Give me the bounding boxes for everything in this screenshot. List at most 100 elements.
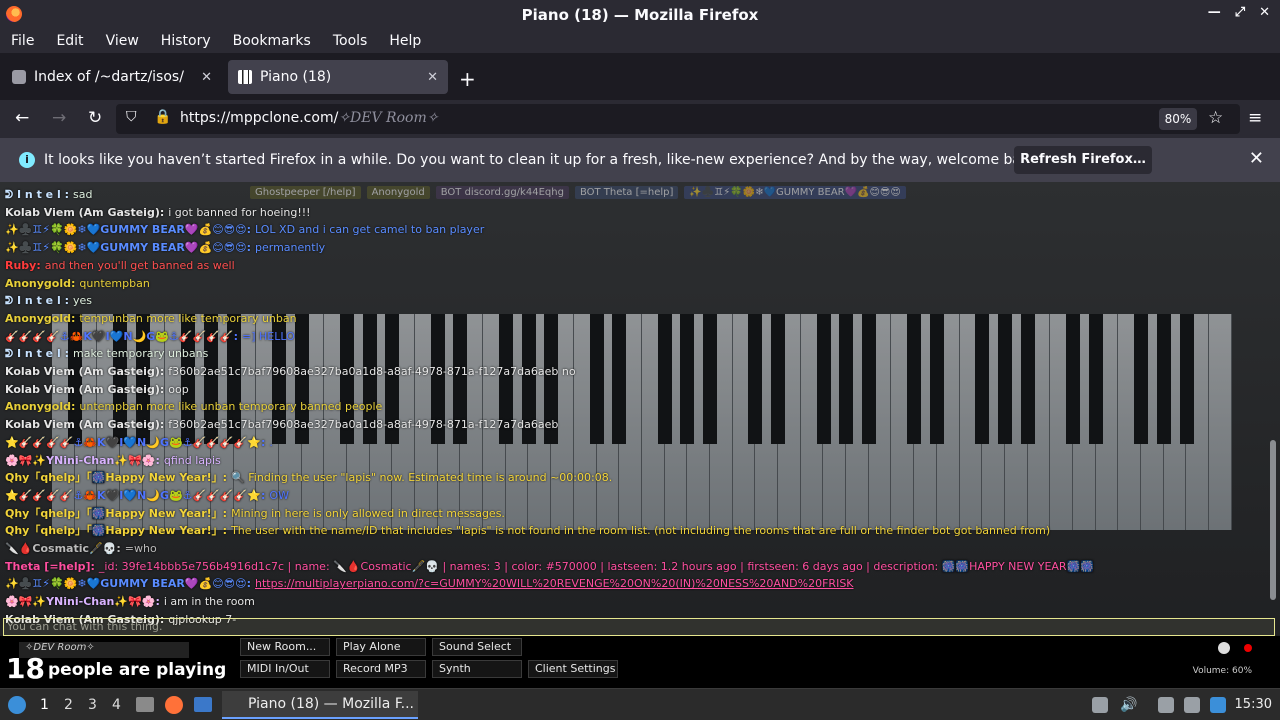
chat-nick[interactable]: 🌸🎀✨YNini-Chan✨🎀🌸:: [5, 454, 160, 467]
chat-message: Kolab Viem (Am Gasteig): oop: [5, 381, 1265, 399]
play-alone-button[interactable]: Play Alone: [336, 638, 426, 656]
menu-edit[interactable]: Edit: [45, 33, 94, 49]
close-tab-icon[interactable]: ✕: [201, 70, 212, 85]
chat-message: Qhy「qhelp」「🎆Happy New Year!」: The user wi…: [5, 522, 1265, 540]
chat-text: untempban more like unban temporary bann…: [79, 400, 383, 414]
chat-text: _id: 39fe14bbb5e756b4916d1c7c | name: 🔪🩸…: [98, 559, 1094, 573]
chat-message: Ruby: and then you'll get banned as well: [5, 257, 1265, 275]
chat-message: ✨♣️♊⚡🍀🌼❄💙GUMMY BEAR💜💰😊😎😍: https://multipl…: [5, 575, 1265, 593]
piano-icon: [238, 70, 252, 84]
tray-display-icon[interactable]: [1184, 697, 1200, 713]
volume-label: Volume: 60%: [1192, 666, 1252, 676]
chat-nick[interactable]: Kolab Viem (Am Gasteig):: [5, 365, 164, 378]
chat-text: quntempban: [79, 276, 150, 290]
refresh-firefox-button[interactable]: Refresh Firefox…: [1014, 146, 1152, 174]
chat-message: Qhy「qhelp」「🎆Happy New Year!」: 🔍 Finding t…: [5, 469, 1265, 487]
chat-input[interactable]: You can chat with this thing.: [3, 618, 1275, 636]
record-mp3-button[interactable]: Record MP3: [336, 660, 426, 678]
workspace-2[interactable]: 2: [64, 697, 73, 713]
chat-nick[interactable]: 🔪🩸Cosmatic🖋️💀:: [5, 542, 121, 555]
chat-nick[interactable]: ⭐🎸🎸🎸🎸⚓🦀K🖤I💙N🌙G🐸⚓🎸🎸🎸🎸⭐:: [5, 489, 265, 502]
chat-text: The user with the name/ID that includes …: [231, 524, 1051, 538]
tray-network-icon[interactable]: [1092, 697, 1108, 713]
new-tab-icon[interactable]: +: [459, 67, 476, 91]
chat-message: ᕲ I n t e l : sad: [5, 186, 1265, 204]
chat-nick[interactable]: Kolab Viem (Am Gasteig):: [5, 206, 164, 219]
hamburger-menu-icon[interactable]: ≡: [1248, 108, 1262, 128]
chat-message: ᕲ I n t e l : make temporary unbans: [5, 345, 1265, 363]
close-notification-icon[interactable]: ✕: [1249, 148, 1264, 169]
chat-nick[interactable]: ✨♣️♊⚡🍀🌼❄💙GUMMY BEAR💜💰😊😎😍:: [5, 223, 251, 236]
client-settings-button[interactable]: Client Settings: [528, 660, 618, 678]
volume-icon[interactable]: 🔊: [1120, 697, 1137, 713]
refresh-notification: i It looks like you haven’t started Fire…: [0, 138, 1280, 182]
chat-nick[interactable]: Ruby:: [5, 259, 41, 272]
tab-piano[interactable]: Piano (18) ✕: [228, 60, 448, 94]
chat-nick[interactable]: Theta [=help]:: [5, 560, 95, 573]
workspace-3[interactable]: 3: [88, 697, 97, 713]
chat-text: i got banned for hoeing!!!: [168, 205, 311, 219]
menu-file[interactable]: File: [0, 33, 45, 49]
chat-text: f360b2ae51c7baf79608ae327ba0a1d8-a8af-49…: [168, 365, 576, 379]
shield-icon[interactable]: ⛉: [126, 109, 137, 125]
taskbar-firefox-window[interactable]: Piano (18) — Mozilla F...: [222, 691, 418, 719]
zoom-level[interactable]: 80%: [1159, 108, 1197, 130]
workspace-4[interactable]: 4: [112, 697, 121, 713]
tray-update-icon[interactable]: [1210, 697, 1226, 713]
chat-nick[interactable]: ✨♣️♊⚡🍀🌼❄💙GUMMY BEAR💜💰😊😎😍:: [5, 577, 251, 590]
chat-text: 🔍 Finding the user "lapis" now. Estimate…: [231, 471, 613, 485]
start-menu-icon[interactable]: [8, 696, 26, 714]
chat-text: =who: [124, 542, 157, 556]
reload-icon[interactable]: ↻: [88, 108, 102, 128]
chat-nick[interactable]: ✨♣️♊⚡🍀🌼❄💙GUMMY BEAR💜💰😊😎😍:: [5, 241, 251, 254]
chat-nick[interactable]: Anonygold:: [5, 400, 75, 413]
chat-text: qfind lapis: [163, 453, 221, 467]
back-icon[interactable]: ←: [15, 108, 29, 128]
chat-text: Mining in here is only allowed in direct…: [231, 506, 505, 520]
url-bar[interactable]: ⛉ 🔒 https://mppclone.com/✧DEV Room✧ 80% …: [116, 104, 1240, 134]
workspace-1[interactable]: 1: [40, 697, 49, 713]
chat-nick[interactable]: ᕲ I n t e l :: [5, 188, 69, 201]
menu-help[interactable]: Help: [378, 33, 432, 49]
sound-select-button[interactable]: Sound Select: [432, 638, 522, 656]
piano-room-page: Ghostpeeper [/help] Anonygold BOT discor…: [0, 182, 1280, 688]
restore-icon[interactable]: ⤢: [1235, 5, 1245, 20]
chat-scrollbar[interactable]: [1270, 440, 1276, 600]
chat-link[interactable]: https://multiplayerpiano.com/?c=GUMMY%20…: [255, 577, 854, 590]
close-window-icon[interactable]: ✕: [1259, 5, 1270, 20]
chat-nick[interactable]: ᕲ I n t e l :: [5, 294, 69, 307]
chat-nick[interactable]: Qhy「qhelp」「🎆Happy New Year!」:: [5, 507, 227, 520]
chat-nick[interactable]: Anonygold:: [5, 312, 75, 325]
file-manager-icon[interactable]: [136, 697, 154, 712]
close-tab-icon[interactable]: ✕: [427, 70, 438, 85]
forward-icon[interactable]: →: [52, 108, 66, 128]
menu-history[interactable]: History: [150, 33, 222, 49]
page-icon: [12, 70, 26, 84]
tab-index-isos[interactable]: Index of /~dartz/isos/ ✕: [2, 60, 222, 94]
notification-text: It looks like you haven’t started Firefo…: [44, 152, 1043, 168]
tray-clipboard-icon[interactable]: [1158, 697, 1174, 713]
chat-nick[interactable]: Kolab Viem (Am Gasteig):: [5, 383, 164, 396]
chat-nick[interactable]: 🌸🎀✨YNini-Chan✨🎀🌸:: [5, 595, 160, 608]
menu-bookmarks[interactable]: Bookmarks: [222, 33, 322, 49]
volume-knob-icon[interactable]: [1218, 642, 1230, 654]
firefox-launcher-icon[interactable]: [165, 696, 183, 714]
firefox-logo-icon: [6, 6, 22, 22]
minimize-icon[interactable]: —: [1208, 5, 1221, 20]
chat-nick[interactable]: Qhy「qhelp」「🎆Happy New Year!」:: [5, 471, 227, 484]
chat-nick[interactable]: Anonygold:: [5, 277, 75, 290]
chat-nick[interactable]: 🎸🎸🎸🎸⚓🦀K🖤I💙N🌙G🐸⚓🎸🎸🎸🎸:: [5, 330, 238, 343]
terminal-icon[interactable]: [194, 697, 212, 712]
chat-message: ✨♣️♊⚡🍀🌼❄💙GUMMY BEAR💜💰😊😎😍: LOL XD and i ca…: [5, 221, 1265, 239]
synth-button[interactable]: Synth: [432, 660, 522, 678]
new-room-button[interactable]: New Room...: [240, 638, 330, 656]
chat-nick[interactable]: ⭐🎸🎸🎸🎸⚓🦀K🖤I💙N🌙G🐸⚓🎸🎸🎸🎸⭐:: [5, 436, 265, 449]
lock-icon[interactable]: 🔒: [154, 109, 171, 125]
bookmark-star-icon[interactable]: ☆: [1208, 108, 1223, 128]
chat-nick[interactable]: Qhy「qhelp」「🎆Happy New Year!」:: [5, 524, 227, 537]
midi-button[interactable]: MIDI In/Out: [240, 660, 330, 678]
menu-view[interactable]: View: [95, 33, 150, 49]
menu-tools[interactable]: Tools: [322, 33, 379, 49]
chat-nick[interactable]: ᕲ I n t e l :: [5, 347, 69, 360]
chat-nick[interactable]: Kolab Viem (Am Gasteig):: [5, 418, 164, 431]
